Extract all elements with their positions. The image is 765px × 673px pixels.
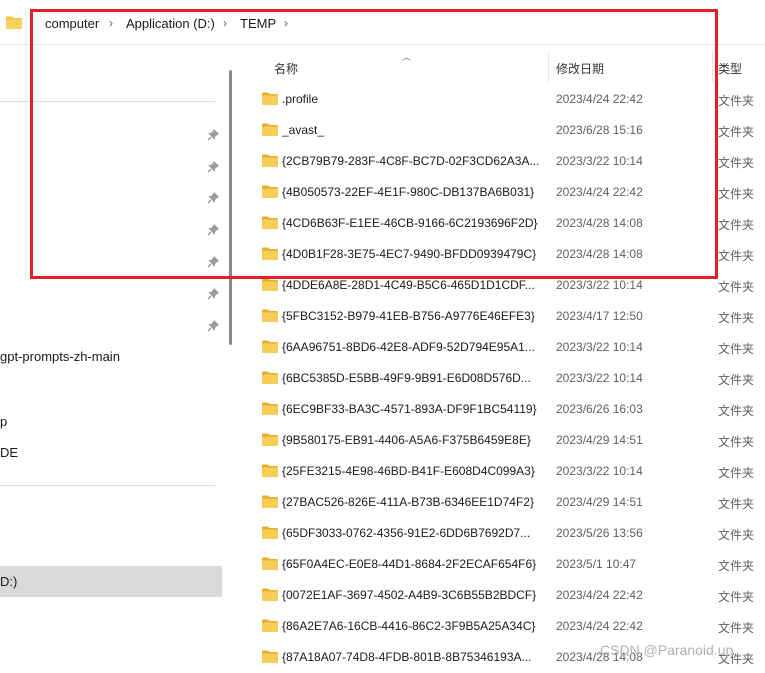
file-type: 文件夹	[718, 94, 755, 108]
file-type: 文件夹	[718, 156, 755, 170]
divider	[0, 485, 215, 486]
file-name[interactable]: {65DF3033-0762-4356-91E2-6DD6B7692D7...	[282, 526, 544, 540]
table-row[interactable]: {5FBC3152-B979-41EB-B756-A9776E46EFE3} 20…	[240, 301, 765, 332]
file-date: 2023/4/17 12:50	[556, 309, 643, 323]
file-date: 2023/3/22 10:14	[556, 278, 643, 292]
file-date: 2023/4/29 14:51	[556, 433, 643, 447]
column-header-type[interactable]: 类型	[718, 60, 742, 77]
watermark: CSDN @Paranoid.up	[600, 642, 734, 658]
table-row[interactable]: {25FE3215-4E98-46BD-B41F-E608D4C099A3} 20…	[240, 456, 765, 487]
folder-icon	[262, 464, 278, 477]
file-date: 2023/3/22 10:14	[556, 371, 643, 385]
nav-item-drive-label: D:)	[0, 574, 18, 589]
file-date: 2023/4/24 22:42	[556, 619, 643, 633]
folder-icon	[262, 340, 278, 353]
file-name[interactable]: {27BAC526-826E-411A-B73B-6346EE1D74F2}	[282, 495, 544, 509]
nav-item-de[interactable]: DE	[0, 445, 18, 460]
file-type: 文件夹	[718, 528, 755, 542]
file-type: 文件夹	[718, 404, 755, 418]
folder-icon	[262, 433, 278, 446]
folder-icon	[262, 278, 278, 291]
file-type: 文件夹	[718, 373, 755, 387]
file-date: 2023/5/26 13:56	[556, 526, 643, 540]
folder-icon	[262, 557, 278, 570]
file-name[interactable]: {86A2E7A6-16CB-4416-86C2-3F9B5A25A34C}	[282, 619, 544, 633]
table-row[interactable]: {65F0A4EC-E0E8-44D1-8684-2F2ECAF654F6} 20…	[240, 549, 765, 580]
folder-icon	[262, 371, 278, 384]
file-type: 文件夹	[718, 280, 755, 294]
file-type: 文件夹	[718, 249, 755, 263]
nav-item-drive-selected[interactable]: D:)	[0, 566, 222, 597]
table-row[interactable]: {86A2E7A6-16CB-4416-86C2-3F9B5A25A34C} 20…	[240, 611, 765, 642]
pin-icon	[207, 287, 220, 300]
file-name[interactable]: {87A18A07-74D8-4FDB-801B-8B75346193A...	[282, 650, 544, 664]
file-type: 文件夹	[718, 497, 755, 511]
file-name[interactable]: {6AA96751-8BD6-42E8-ADF9-52D794E95A1...	[282, 340, 544, 354]
file-name[interactable]: {5FBC3152-B979-41EB-B756-A9776E46EFE3}	[282, 309, 544, 323]
file-date: 2023/3/22 10:14	[556, 464, 643, 478]
file-date: 2023/3/22 10:14	[556, 340, 643, 354]
file-date: 2023/6/26 16:03	[556, 402, 643, 416]
file-type: 文件夹	[718, 435, 755, 449]
folder-icon	[262, 309, 278, 322]
file-name[interactable]: {65F0A4EC-E0E8-44D1-8684-2F2ECAF654F6}	[282, 557, 544, 571]
file-date: 2023/4/29 14:51	[556, 495, 643, 509]
file-name[interactable]: {6EC9BF33-BA3C-4571-893A-DF9F1BC54119}	[282, 402, 544, 416]
table-row[interactable]: {6BC5385D-E5BB-49F9-9B91-E6D08D576D... 20…	[240, 363, 765, 394]
folder-icon	[6, 16, 22, 34]
table-row[interactable]: {9B580175-EB91-4406-A5A6-F375B6459E8E} 20…	[240, 425, 765, 456]
nav-item-gpt-prompts[interactable]: gpt-prompts-zh-main	[0, 349, 120, 364]
file-date: 2023/4/24 22:42	[556, 588, 643, 602]
folder-icon	[262, 588, 278, 601]
file-type: 文件夹	[718, 559, 755, 573]
table-row[interactable]: {6EC9BF33-BA3C-4571-893A-DF9F1BC54119} 20…	[240, 394, 765, 425]
file-name[interactable]: {9B580175-EB91-4406-A5A6-F375B6459E8E}	[282, 433, 544, 447]
folder-icon	[262, 402, 278, 415]
nav-item-p[interactable]: p	[0, 414, 7, 429]
file-type: 文件夹	[718, 342, 755, 356]
file-type: 文件夹	[718, 125, 755, 139]
file-type: 文件夹	[718, 621, 755, 635]
file-type: 文件夹	[718, 590, 755, 604]
file-name[interactable]: {4DDE6A8E-28D1-4C49-B5C6-465D1D1CDF...	[282, 278, 544, 292]
table-row[interactable]: {65DF3033-0762-4356-91E2-6DD6B7692D7... 2…	[240, 518, 765, 549]
folder-icon	[262, 619, 278, 632]
file-date: 2023/5/1 10:47	[556, 557, 637, 571]
file-type: 文件夹	[718, 218, 755, 232]
file-type: 文件夹	[718, 466, 755, 480]
file-name[interactable]: {25FE3215-4E98-46BD-B41F-E608D4C099A3}	[282, 464, 544, 478]
table-row[interactable]: {0072E1AF-3697-4502-A4B9-3C6B55B2BDCF} 20…	[240, 580, 765, 611]
table-row[interactable]: {27BAC526-826E-411A-B73B-6346EE1D74F2} 20…	[240, 487, 765, 518]
file-name[interactable]: {6BC5385D-E5BB-49F9-9B91-E6D08D576D...	[282, 371, 544, 385]
folder-icon	[262, 650, 278, 663]
file-type: 文件夹	[718, 187, 755, 201]
table-row[interactable]: {6AA96751-8BD6-42E8-ADF9-52D794E95A1... 2…	[240, 332, 765, 363]
pin-icon	[207, 319, 220, 332]
folder-icon	[262, 526, 278, 539]
file-type: 文件夹	[718, 311, 755, 325]
file-name[interactable]: {0072E1AF-3697-4502-A4B9-3C6B55B2BDCF}	[282, 588, 544, 602]
folder-icon	[262, 495, 278, 508]
highlight-box	[30, 9, 718, 279]
